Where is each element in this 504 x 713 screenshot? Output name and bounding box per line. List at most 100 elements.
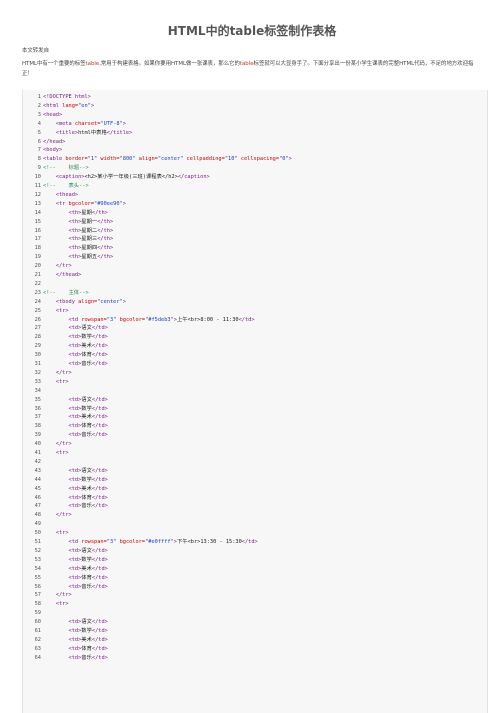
code-line: 55 <td>体育</td> [23,574,108,583]
code-token: </td> [91,352,108,359]
code-line: 57 </tr> [23,591,72,600]
code-token: 星期 [81,209,92,216]
line-number: 26 [34,316,41,323]
code-token: </tr> [55,592,72,599]
code-token: </td> [91,396,108,403]
code-token: </thead> [55,272,82,278]
code-token: <tr> [55,530,69,537]
code-token: <tr> [55,378,69,385]
code-token: "3" [106,316,120,323]
code-line: 41 <tr> [23,449,69,458]
code-token: cellspacing= [240,156,280,163]
code-line: 63 <td>体育</td> [23,645,108,654]
code-line: 40 </tr> [23,440,72,449]
code-token: 体育 [81,352,92,359]
code-token: bgcolor= [119,539,146,545]
code-token: <!-- 主体--> [43,289,89,296]
code-token: 数学 [81,556,92,563]
code-line: 53 <td>数学</td> [23,556,108,565]
code-line: 4 <meta charset="UTF-8"> [23,120,126,129]
code-token: <title> [55,129,79,136]
code-token: 美术 [81,565,92,572]
code-token: 语文 [81,325,92,332]
code-token: lang= [62,102,79,109]
line-number: 41 [34,450,41,456]
code-token: </caption> [177,174,210,181]
code-token: </td> [91,619,108,626]
line-number: 29 [34,343,41,350]
line-number: 3 [37,111,41,118]
code-token: 上午<br>8:00 - 11:30 [176,316,239,323]
line-number: 42 [34,458,41,465]
code-line: 3 <head> [23,111,62,120]
code-token: 星期二 [81,227,98,234]
code-token: </td> [91,654,108,661]
code-token: </td> [91,494,108,501]
line-number: 58 [34,601,41,608]
code-token: <td> [68,334,82,341]
code-line: 28 <td>数学</td> [23,333,108,342]
code-line: 11 <!-- 表头--> [23,182,89,191]
code-token: </td> [91,485,108,492]
code-token: <td> [68,432,82,439]
code-line: 34 [23,387,43,396]
code-token: "center" [97,298,123,305]
code-token: <th> [68,218,82,225]
highlight-keyword: table [239,61,254,67]
line-number: 31 [34,361,41,367]
line-number: 22 [34,280,41,287]
intro-text: ,常用于构建表格。如果你要用HTML做一张课表，那么它的 [99,61,240,67]
code-token: <td> [68,343,82,350]
code-token: </td> [91,334,108,341]
line-number: 7 [37,147,41,154]
code-block: 1 <!DOCTYPE html> 2 <html lang="en"> 3 <head>… [22,90,488,713]
line-number: 51 [34,539,41,545]
line-number: 64 [34,654,41,661]
code-token: "#90ee90" [94,200,123,207]
code-line: 31 <td>音乐</td> [23,360,108,369]
line-number: 6 [37,138,41,145]
code-token: </tr> [55,441,72,448]
code-token: <td> [68,361,82,367]
code-token: </td> [91,423,108,430]
code-line: 30 <td>体育</td> [23,351,108,360]
code-line: 25 <tr> [23,307,69,316]
line-number: 62 [34,636,41,643]
line-number: 57 [34,592,41,599]
code-token: 星期一 [81,218,98,225]
code-token: "0" [279,156,289,163]
code-token: <td> [68,414,82,421]
code-token: 体育 [81,423,92,430]
code-token: <!-- 标题--> [43,165,89,172]
line-number: 25 [34,307,41,314]
code-line: 13 <tr bgcolor="#90ee90"> [23,200,126,209]
code-token: 语文 [81,396,92,403]
code-token: charset= [74,120,101,127]
code-token: 语文 [81,467,92,474]
code-line: 39 <td>音乐</td> [23,431,108,440]
code-token: <html [43,102,63,109]
code-token: </head> [43,138,66,145]
code-token: 体育 [81,574,92,581]
line-number: 34 [34,387,41,394]
